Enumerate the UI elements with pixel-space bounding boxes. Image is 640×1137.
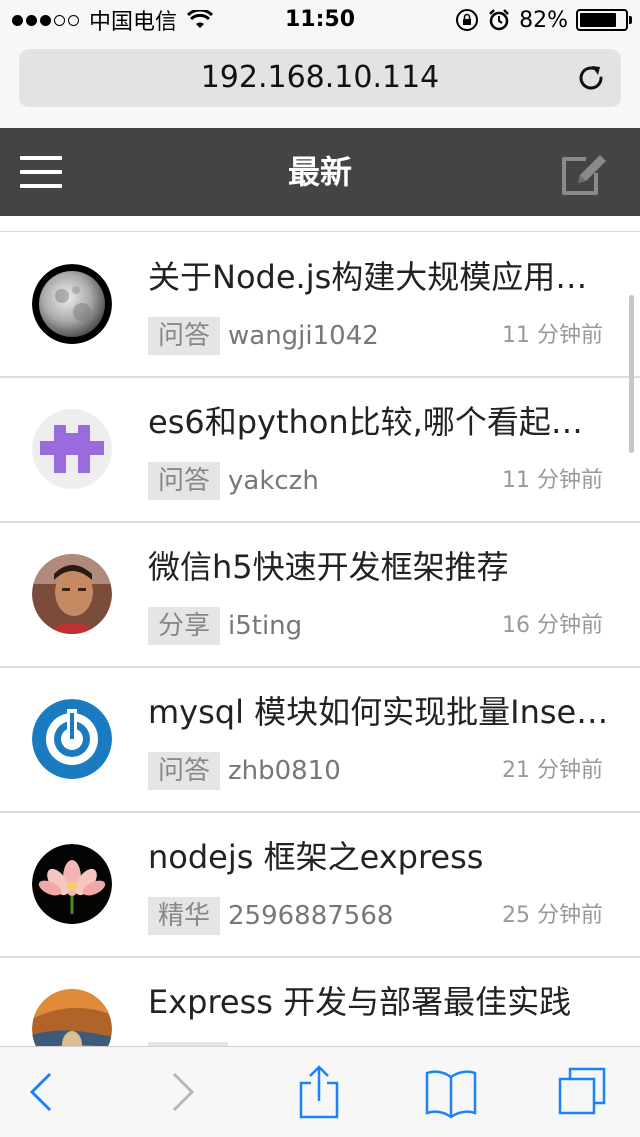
topic-author[interactable]: i5ting	[228, 607, 302, 645]
divider	[0, 231, 640, 232]
browser-toolbar	[0, 1046, 640, 1137]
forward-icon[interactable]	[152, 1065, 212, 1119]
topic-item[interactable]: 关于Node.js构建大规模应用… 问答 wangji1042 11 分钟前	[0, 233, 640, 378]
topic-time: 11 分钟前	[502, 468, 603, 493]
topic-item[interactable]: es6和python比较,哪个看起来… 问答 yakczh 11 分钟前	[0, 378, 640, 523]
identicon-avatar	[32, 409, 112, 489]
address-bar[interactable]: 192.168.10.114	[19, 49, 621, 107]
topic-time: 25 分钟前	[502, 903, 603, 928]
topic-author[interactable]: wangji1042	[228, 317, 379, 355]
browser-address-area: 192.168.10.114	[0, 40, 640, 129]
topic-title[interactable]: nodejs 框架之express	[148, 835, 610, 879]
photo-avatar	[32, 554, 112, 634]
status-right: 82%	[455, 6, 632, 34]
topic-item[interactable]: Express 开发与部署最佳实践	[0, 958, 640, 1046]
status-bar: 中国电信 11:50 82%	[0, 0, 640, 40]
topic-author[interactable]: zhb0810	[228, 752, 341, 790]
topic-title[interactable]: mysql 模块如何实现批量Inser…	[148, 690, 610, 734]
topic-list[interactable]: 关于Node.js构建大规模应用… 问答 wangji1042 11 分钟前 e…	[0, 216, 640, 1046]
topic-tag: 精华	[148, 897, 221, 935]
power-logo-avatar	[32, 699, 112, 779]
topic-time: 16 分钟前	[502, 613, 603, 638]
topic-tag: 分享	[148, 607, 221, 645]
url-text[interactable]: 192.168.10.114	[19, 49, 621, 107]
topic-tag: 问答	[148, 752, 221, 790]
topic-tag: 问答	[148, 462, 221, 500]
painting-avatar	[32, 989, 112, 1046]
back-icon[interactable]	[12, 1065, 72, 1119]
battery-percent: 82%	[519, 7, 568, 33]
scrollbar[interactable]	[629, 295, 634, 453]
app-navbar: 最新	[0, 128, 640, 216]
topic-title[interactable]: 微信h5快速开发框架推荐	[148, 545, 610, 589]
reload-icon[interactable]	[575, 62, 607, 94]
moon-avatar	[32, 264, 112, 344]
edit-icon[interactable]	[558, 147, 610, 199]
topic-title[interactable]: Express 开发与部署最佳实践	[148, 980, 610, 1024]
alarm-icon	[489, 9, 509, 31]
tabs-icon[interactable]	[552, 1065, 612, 1119]
topic-item[interactable]: mysql 模块如何实现批量Inser… 问答 zhb0810 21 分钟前	[0, 668, 640, 813]
page-title: 最新	[287, 153, 352, 191]
topic-author[interactable]: yakczh	[228, 462, 319, 500]
topic-author[interactable]: 2596887568	[228, 897, 393, 935]
topic-title[interactable]: es6和python比较,哪个看起来…	[148, 400, 610, 444]
lotus-avatar	[32, 844, 112, 924]
topic-item[interactable]: 微信h5快速开发框架推荐 分享 i5ting 16 分钟前	[0, 523, 640, 668]
topic-time: 11 分钟前	[502, 323, 603, 348]
battery-icon	[576, 9, 632, 31]
bookmarks-icon[interactable]	[421, 1065, 481, 1119]
topic-time: 21 分钟前	[502, 758, 603, 783]
battery-level	[580, 13, 617, 27]
share-icon[interactable]	[289, 1065, 349, 1119]
topic-title[interactable]: 关于Node.js构建大规模应用…	[148, 255, 610, 299]
rotation-lock-icon	[456, 9, 479, 31]
topic-tag: 问答	[148, 317, 221, 355]
topic-item[interactable]: nodejs 框架之express 精华 2596887568 25 分钟前	[0, 813, 640, 958]
